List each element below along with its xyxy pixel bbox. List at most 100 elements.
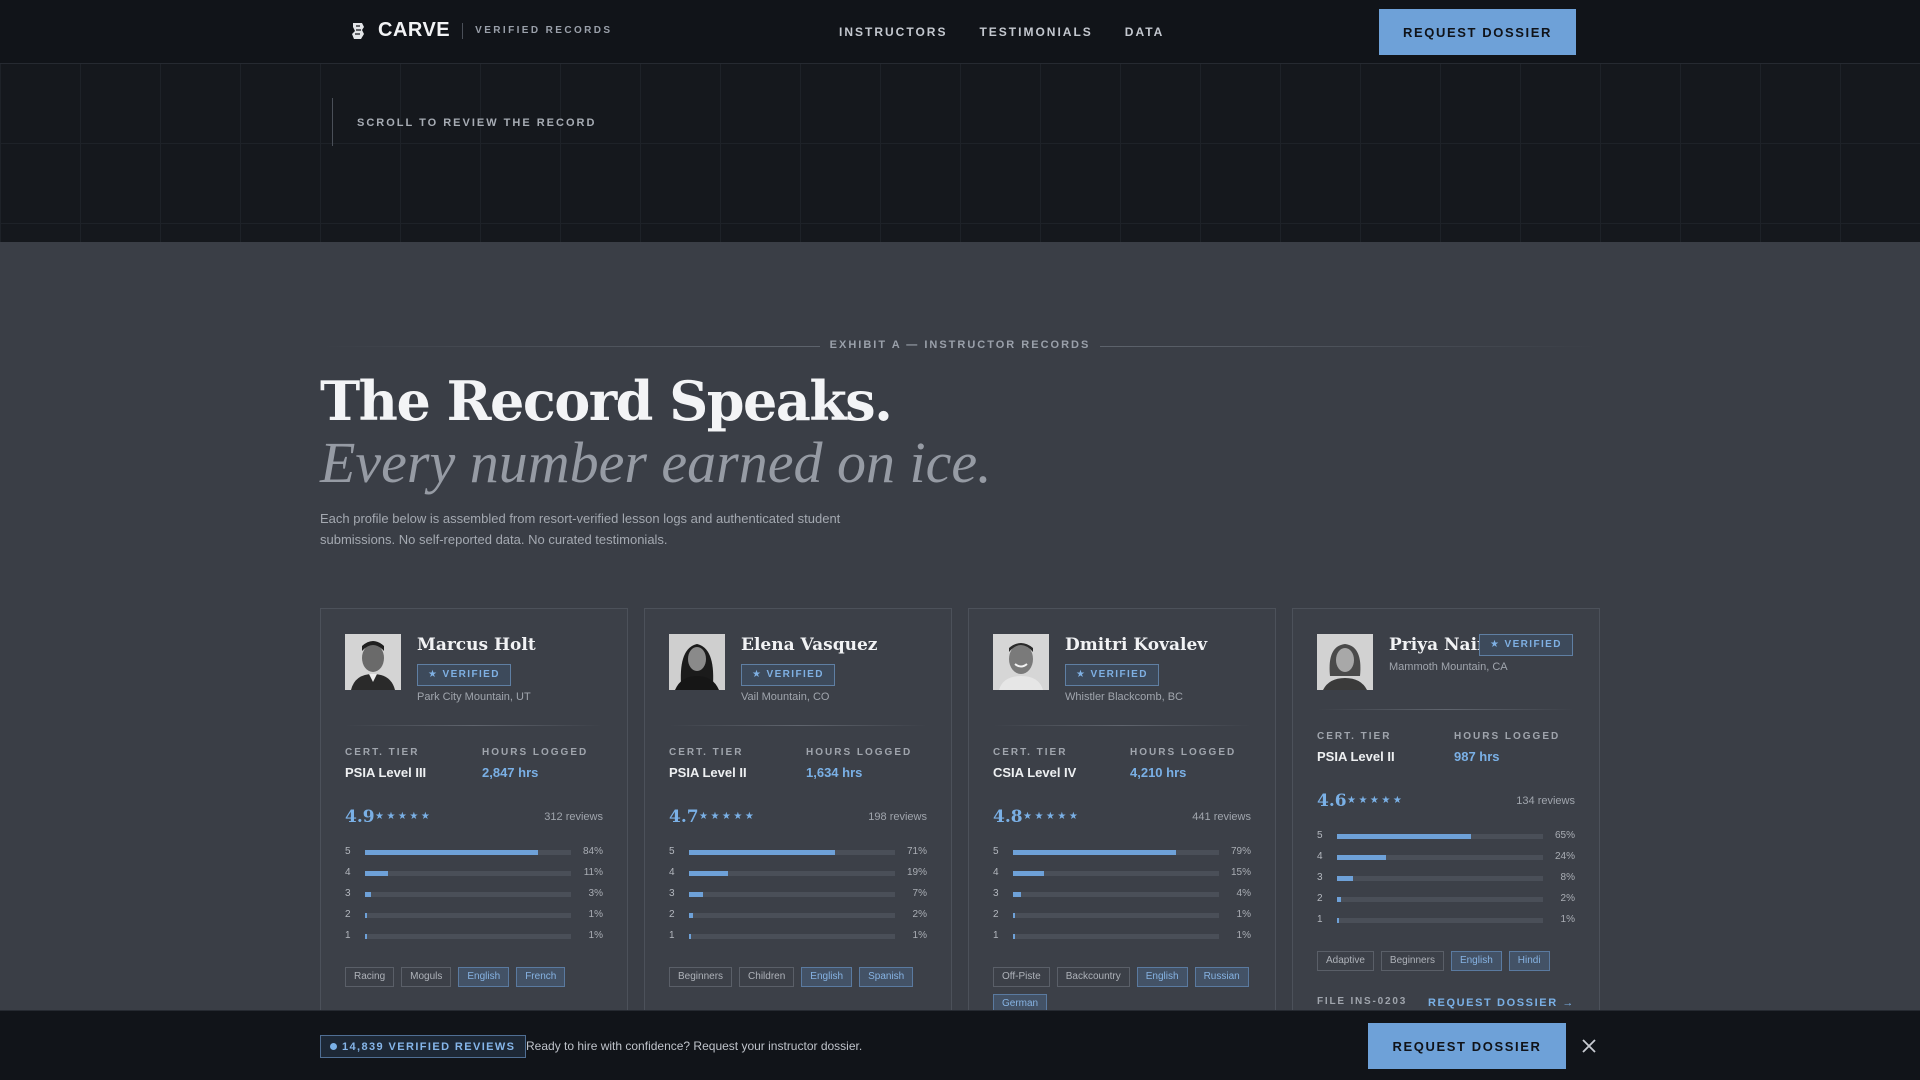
sticky-request-dossier-button[interactable]: REQUEST DOSSIER [1368, 1023, 1566, 1069]
instructor-name: Marcus Holt [417, 635, 536, 655]
nav-link-data[interactable]: DATA [1125, 25, 1165, 39]
star-level: 2 [993, 909, 999, 920]
bar-fill [365, 892, 372, 897]
rating-summary: 4.8 ★★★★★ 441 reviews [993, 807, 1251, 829]
verified-badge: ★ VERIFIED [1065, 664, 1159, 686]
bar-fill [1337, 876, 1354, 881]
top-nav: CARVE VERIFIED RECORDS INSTRUCTORS TESTI… [0, 0, 1920, 64]
close-icon[interactable] [1579, 1036, 1599, 1056]
brand-tagline: VERIFIED RECORDS [475, 25, 613, 36]
tag-language: English [801, 967, 853, 987]
nav-link-testimonials[interactable]: TESTIMONIALS [979, 25, 1092, 39]
request-dossier-button[interactable]: REQUEST DOSSIER [1379, 9, 1576, 55]
instructor-name: Priya Nair [1389, 635, 1486, 655]
rating-value: 4.9 [345, 807, 375, 827]
status-dot-icon [330, 1043, 337, 1050]
rating-row: 4 15% [993, 867, 1251, 888]
bar-track [1013, 934, 1219, 939]
star-level: 1 [993, 930, 999, 941]
instructor-location: Park City Mountain, UT [417, 691, 531, 703]
tag-language: English [1136, 967, 1188, 987]
rating-distribution: 5 65% 4 24% 3 8% 2 2% 1 1% [1317, 830, 1575, 935]
bar-percent: 19% [906, 867, 927, 878]
star-level: 5 [345, 846, 351, 857]
bar-percent: 71% [906, 846, 927, 857]
bar-fill [365, 871, 388, 876]
request-dossier-link[interactable]: REQUEST DOSSIER → [1428, 997, 1575, 1009]
instructor-card-dmitri-kovalev[interactable]: Dmitri Kovalev ★ VERIFIED Whistler Black… [968, 608, 1276, 1028]
bar-fill [689, 850, 836, 855]
rating-value: 4.6 [1317, 791, 1347, 811]
bar-percent: 79% [1230, 846, 1251, 857]
nav-link-instructors[interactable]: INSTRUCTORS [839, 25, 947, 39]
bar-percent: 7% [912, 888, 927, 899]
bar-track [1013, 913, 1219, 918]
tag-specialty: Backcountry [1056, 967, 1130, 987]
star-level: 4 [669, 867, 675, 878]
instructor-card-priya-nair[interactable]: Priya Nair ★ VERIFIED Mammoth Mountain, … [1292, 608, 1600, 1028]
rating-summary: 4.6 ★★★★★ 134 reviews [1317, 791, 1575, 813]
tag-specialty: Beginners [1380, 951, 1444, 971]
rating-row: 4 24% [1317, 851, 1575, 872]
verified-badge: ★ VERIFIED [417, 664, 511, 686]
hours-label: HOURS LOGGED [1130, 747, 1237, 758]
bar-percent: 2% [1560, 893, 1575, 904]
cert-tier-value: PSIA Level II [1317, 749, 1395, 764]
bar-track [1013, 871, 1219, 876]
brand[interactable]: CARVE VERIFIED RECORDS [350, 19, 612, 42]
rating-stars: ★★★★★ [375, 811, 433, 822]
hero-grid: SCROLL TO REVIEW THE RECORD [0, 64, 1920, 242]
bar-track [689, 892, 895, 897]
review-count: 441 reviews [1192, 811, 1251, 823]
bar-track [1337, 834, 1543, 839]
rating-value: 4.7 [669, 807, 699, 827]
bar-track [1337, 855, 1543, 860]
file-id: FILE INS-0203 [1317, 996, 1408, 1007]
instructor-card-marcus-holt[interactable]: Marcus Holt ★ VERIFIED Park City Mountai… [320, 608, 628, 1028]
bar-percent: 84% [582, 846, 603, 857]
bar-track [365, 892, 571, 897]
avatar [993, 634, 1049, 690]
scroll-indicator-line [332, 98, 333, 146]
bar-fill [689, 934, 692, 939]
sticky-cta-bar: 14,839 VERIFIED REVIEWS Ready to hire wi… [0, 1010, 1920, 1080]
rating-row: 2 1% [345, 909, 603, 930]
instructor-card-elena-vasquez[interactable]: Elena Vasquez ★ VERIFIED Vail Mountain, … [644, 608, 952, 1028]
bar-fill [365, 913, 368, 918]
rating-row: 5 79% [993, 846, 1251, 867]
tag-specialty: Beginners [669, 967, 733, 987]
rating-summary: 4.7 ★★★★★ 198 reviews [669, 807, 927, 829]
rating-row: 3 4% [993, 888, 1251, 909]
cert-tier-label: CERT. TIER [345, 747, 420, 758]
instructor-name: Dmitri Kovalev [1065, 635, 1208, 655]
bar-percent: 1% [588, 930, 603, 941]
bar-track [689, 934, 895, 939]
bar-fill [1013, 913, 1016, 918]
bar-percent: 8% [1560, 872, 1575, 883]
avatar [345, 634, 401, 690]
bar-track [365, 871, 571, 876]
bar-fill [365, 934, 368, 939]
star-level: 2 [345, 909, 351, 920]
rating-stars: ★★★★★ [1347, 795, 1405, 806]
star-level: 4 [345, 867, 351, 878]
nav-links: INSTRUCTORS TESTIMONIALS DATA [839, 25, 1164, 39]
rating-value: 4.8 [993, 807, 1023, 827]
rating-stars: ★★★★★ [1023, 811, 1081, 822]
scroll-hint: SCROLL TO REVIEW THE RECORD [357, 117, 597, 129]
card-divider [993, 725, 1251, 726]
rating-row: 4 11% [345, 867, 603, 888]
bar-percent: 15% [1230, 867, 1251, 878]
star-level: 3 [669, 888, 675, 899]
instructor-location: Mammoth Mountain, CA [1389, 661, 1508, 673]
tag-specialty: Racing [345, 967, 395, 987]
hours-label: HOURS LOGGED [482, 747, 589, 758]
hours-value: 2,847 hrs [482, 765, 539, 780]
rating-row: 5 65% [1317, 830, 1575, 851]
bar-track [689, 871, 895, 876]
hours-value: 4,210 hrs [1130, 765, 1187, 780]
rating-row: 1 1% [669, 930, 927, 951]
tag-specialty: Off-Piste [993, 967, 1050, 987]
bar-percent: 3% [588, 888, 603, 899]
rating-row: 5 84% [345, 846, 603, 867]
